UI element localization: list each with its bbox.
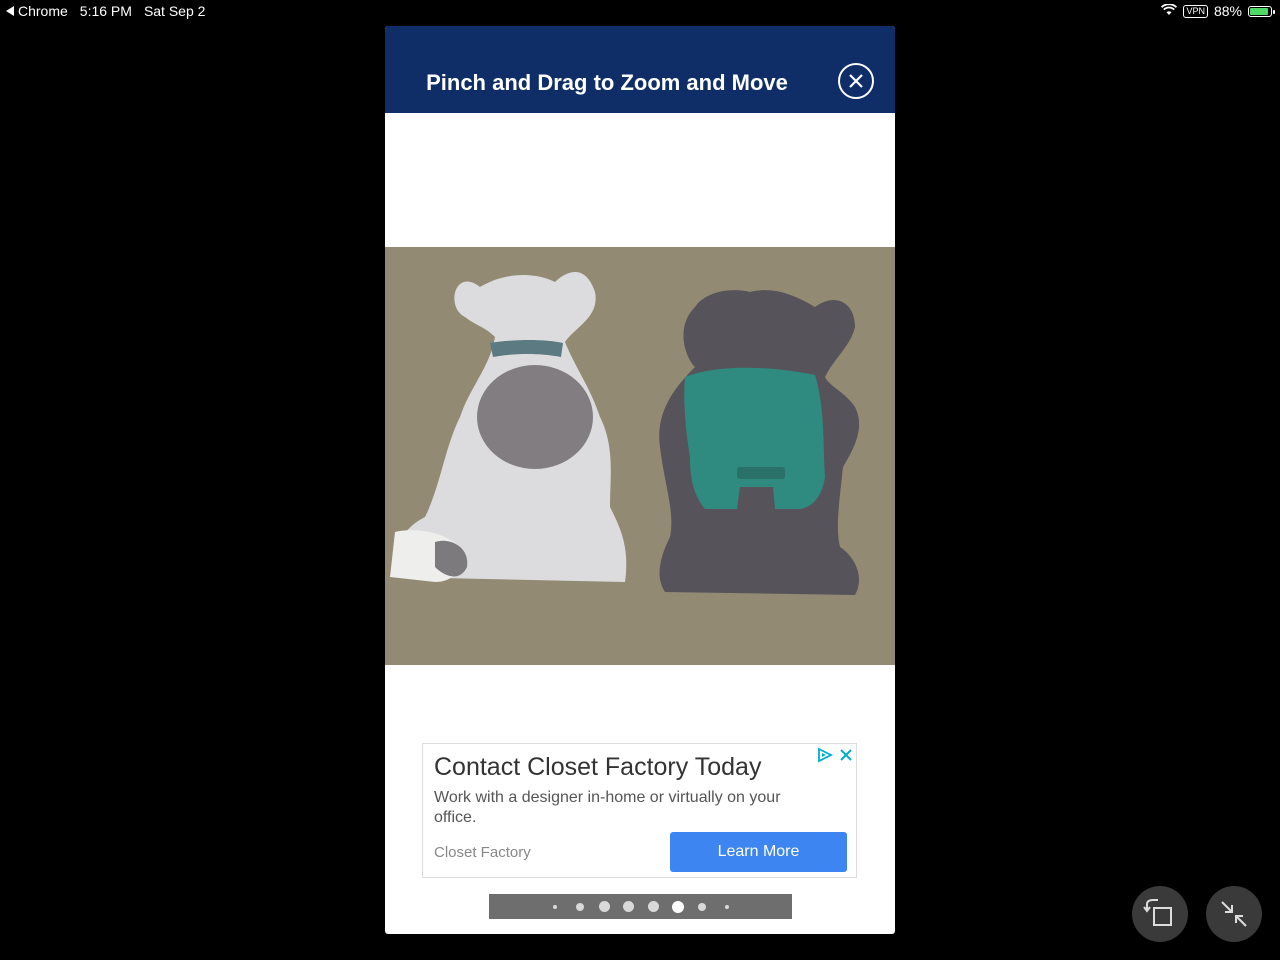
rotate-button[interactable] — [1132, 886, 1188, 942]
vpn-badge: VPN — [1183, 4, 1208, 18]
image-pagination — [489, 894, 792, 919]
battery-icon — [1248, 5, 1275, 17]
close-viewer-button[interactable] — [838, 63, 874, 99]
ad-banner[interactable]: Contact Closet Factory Today Work with a… — [422, 743, 857, 878]
minimize-icon — [1221, 901, 1247, 927]
battery-percent: 88% — [1213, 3, 1242, 19]
pagination-dot[interactable] — [647, 901, 659, 912]
pagination-dot-active[interactable] — [671, 900, 684, 913]
pagination-dot[interactable] — [724, 904, 729, 909]
pagination-dot[interactable] — [598, 901, 610, 912]
ad-advertiser: Closet Factory — [434, 844, 531, 861]
close-circle-icon — [849, 74, 863, 88]
battery-fill — [1250, 7, 1268, 15]
back-arrow-icon — [6, 6, 14, 16]
image-viewer-modal: Pinch and Drag to Zoom and Move Contact … — [385, 26, 895, 934]
exit-fullscreen-button[interactable] — [1206, 886, 1262, 942]
pagination-dot[interactable] — [575, 902, 584, 911]
ad-description: Work with a designer in-home or virtuall… — [434, 789, 781, 826]
status-time: 5:16 PM — [79, 3, 132, 19]
product-image[interactable] — [385, 247, 895, 665]
learn-more-button[interactable]: Learn More — [670, 832, 847, 872]
status-bar: Chrome 5:16 PM Sat Sep 2 VPN 88% — [0, 0, 1280, 24]
back-app-label: Chrome — [18, 3, 68, 19]
pagination-dot[interactable] — [698, 902, 706, 911]
ad-badge — [816, 747, 856, 763]
rotate-icon — [1143, 899, 1172, 926]
adchoices-icon[interactable] — [818, 747, 834, 763]
viewer-title: Pinch and Drag to Zoom and Move — [426, 70, 788, 95]
pagination-dot[interactable] — [553, 904, 557, 909]
pagination-dot[interactable] — [623, 901, 634, 912]
close-icon[interactable] — [840, 749, 852, 761]
status-date: Sat Sep 2 — [143, 3, 206, 19]
wifi-icon — [1161, 3, 1178, 19]
ad-title[interactable]: Contact Closet Factory Today — [434, 753, 761, 782]
grey-dog-card — [659, 290, 860, 595]
viewer-header: Pinch and Drag to Zoom and Move — [385, 26, 895, 113]
back-to-app[interactable]: Chrome — [6, 3, 68, 19]
